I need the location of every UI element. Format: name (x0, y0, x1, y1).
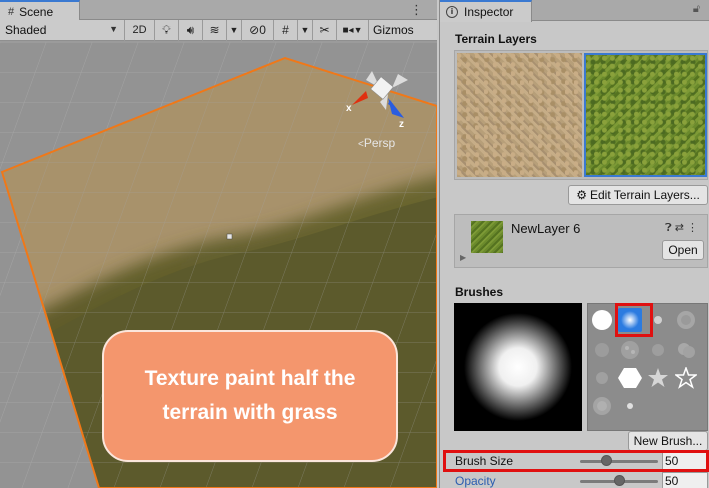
scene-toolbar: Shaded ▼ 2D 💡︎ 🔊︎ ≋ ▼ ⊘ 0 # ▼ ✂ ■◂ ▼ Gizm… (0, 19, 437, 41)
inspector-tabbar: i Inspector 🔓︎ (440, 0, 709, 22)
brush-cloud[interactable] (674, 338, 698, 362)
terrain-layer-dirt[interactable] (457, 53, 582, 177)
inspector-panel: i Inspector 🔓︎ Terrain Layers ⚙ Edit Terr… (439, 0, 709, 488)
edit-terrain-layers-button[interactable]: ⚙ Edit Terrain Layers... (568, 185, 708, 205)
selected-layer-row: NewLayer 6 ❓︎⇄⋮ ▶ Open (454, 214, 708, 268)
more-options-icon[interactable]: ⋮ (687, 222, 701, 234)
grid-icon: # (8, 5, 15, 18)
more-options-icon[interactable]: ⋮ (410, 2, 423, 18)
brush-hard-circle[interactable] (590, 308, 614, 332)
axis-x-label: x (346, 103, 352, 114)
tools-icon: ✂ (319, 23, 330, 37)
tools-toggle[interactable]: ✂ (313, 19, 337, 41)
chevron-down-icon: ▼ (109, 23, 118, 34)
chevron-down-icon: ▼ (229, 25, 239, 35)
opacity-label: Opacity (455, 474, 496, 488)
axis-z-label: z (399, 119, 404, 130)
brush-hexagon[interactable] (618, 366, 642, 390)
brush-size-highlight (443, 450, 709, 472)
terrain-pivot (226, 233, 233, 240)
shading-mode-dropdown[interactable]: Shaded ▼ (0, 19, 125, 41)
lighting-toggle[interactable]: 💡︎ (155, 19, 179, 41)
new-brush-button[interactable]: New Brush... (628, 431, 708, 451)
effects-dropdown[interactable]: ▼ (227, 19, 242, 41)
gear-icon: ⚙ (576, 188, 587, 202)
brushes-title: Brushes (455, 285, 504, 299)
camera-dropdown[interactable]: ■◂ ▼ (337, 19, 369, 41)
grid-toggle[interactable]: # (274, 19, 298, 41)
brush-speckle-1[interactable] (590, 338, 614, 362)
tab-scene[interactable]: # Scene (0, 0, 80, 21)
speaker-icon: 🔊︎ (186, 22, 195, 37)
open-button[interactable]: Open (662, 240, 704, 260)
help-icon[interactable]: ❓︎ (665, 222, 675, 234)
scene-panel: # Scene ⋮ Shaded ▼ 2D 💡︎ 🔊︎ ≋ ▼ ⊘ 0 # ▼ ✂… (0, 0, 437, 488)
grid-snap-icon: # (282, 23, 289, 37)
brush-speckle-2[interactable] (618, 338, 642, 362)
shading-mode-value: Shaded (5, 23, 47, 37)
instruction-callout: Texture paint half the terrain with gras… (102, 330, 398, 462)
scene-viewport[interactable]: x z <Persp Texture paint half the terrai… (0, 42, 437, 488)
gizmos-dropdown[interactable]: Gizmos (369, 23, 414, 37)
tab-inspector-label: Inspector (464, 5, 514, 19)
grid-dropdown[interactable]: ▼ (298, 19, 313, 41)
hidden-eye-icon: ⊘ (249, 23, 260, 37)
audio-toggle[interactable]: 🔊︎ (179, 19, 203, 41)
projection-toggle[interactable]: <Persp (358, 136, 395, 150)
layer-row-icons: ❓︎⇄⋮ (665, 221, 701, 235)
toggle-2d-button[interactable]: 2D (125, 19, 155, 41)
persp-label: Persp (363, 136, 396, 150)
selected-layer-name: NewLayer 6 (511, 221, 581, 236)
brush-rough-1[interactable] (590, 366, 614, 390)
layers-icon: ≋ (209, 23, 220, 37)
lightbulb-icon: 💡︎ (162, 22, 171, 37)
scene-visibility-toggle[interactable]: ⊘ 0 (242, 19, 274, 41)
hidden-objects-count: 0 (259, 23, 266, 37)
tab-inspector[interactable]: i Inspector (440, 0, 532, 22)
brush-speckle-3[interactable] (646, 338, 670, 362)
terrain-layers-title: Terrain Layers (455, 32, 537, 46)
selected-brush-highlight (615, 303, 653, 337)
opacity-field[interactable]: 50 (662, 472, 708, 488)
effects-toggle[interactable]: ≋ (203, 19, 227, 41)
chevron-down-icon: ▼ (300, 25, 310, 35)
lock-icon[interactable]: 🔓︎ (693, 3, 700, 16)
unity-editor: # Scene ⋮ Shaded ▼ 2D 💡︎ 🔊︎ ≋ ▼ ⊘ 0 # ▼ ✂… (0, 0, 709, 488)
brush-star-outline[interactable] (674, 366, 698, 390)
brush-soft-large[interactable] (590, 394, 614, 418)
scene-tabbar: # Scene ⋮ (0, 0, 437, 21)
tab-scene-label: Scene (19, 4, 54, 19)
brush-preview (454, 303, 582, 431)
opacity-row: Opacity 50 (444, 472, 709, 488)
opacity-slider-handle[interactable] (614, 475, 625, 486)
selected-layer-thumbnail (471, 221, 503, 253)
brush-soft-star[interactable] (646, 366, 670, 390)
terrain-layers-palette (454, 50, 708, 180)
terrain-layer-grass[interactable] (584, 53, 707, 177)
brush-dot[interactable] (618, 394, 642, 418)
info-icon: i (446, 6, 458, 18)
foldout-arrow-icon[interactable]: ▶ (460, 253, 466, 262)
chevron-down-icon: ▼ (353, 25, 363, 35)
brush-noise-blob[interactable] (674, 308, 698, 332)
camera-icon: ■◂ (342, 24, 354, 36)
edit-terrain-layers-label: Edit Terrain Layers... (589, 188, 700, 202)
preset-icon[interactable]: ⇄ (675, 222, 687, 234)
